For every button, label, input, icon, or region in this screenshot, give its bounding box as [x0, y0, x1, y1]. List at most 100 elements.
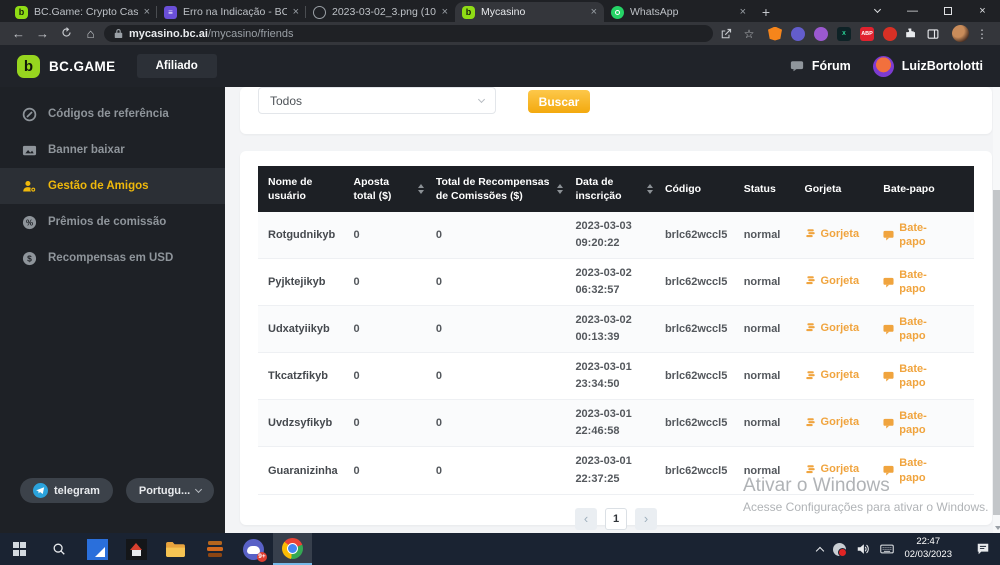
scrollbar-thumb[interactable] — [993, 190, 1000, 515]
tray-expand-chevron-icon[interactable] — [816, 546, 824, 554]
tip-link[interactable]: Gorjeta — [805, 322, 860, 334]
tray-app-icon[interactable] — [833, 543, 846, 556]
metamask-icon[interactable] — [768, 27, 782, 41]
maximize-button[interactable] — [930, 0, 965, 22]
tab-close-icon[interactable]: × — [591, 6, 597, 18]
sidebar-item-codigos-referencia[interactable]: Códigos de referência — [0, 96, 225, 132]
clock-time: 22:47 — [904, 536, 952, 549]
language-selector[interactable]: Portugu... — [126, 478, 214, 503]
back-icon[interactable]: ← — [8, 26, 29, 41]
sort-icon[interactable] — [647, 184, 653, 194]
side-panel-icon[interactable] — [923, 28, 943, 40]
close-button[interactable]: × — [965, 0, 1000, 22]
tab-close-icon[interactable]: × — [442, 6, 448, 18]
chat-link[interactable]: Bate-papo — [883, 315, 933, 344]
user-avatar[interactable] — [873, 56, 894, 77]
taskbar-chrome-active[interactable] — [273, 533, 312, 565]
volume-icon[interactable] — [856, 542, 870, 556]
extension-x-icon[interactable]: X — [837, 27, 851, 41]
reload-icon[interactable] — [56, 26, 77, 41]
chat-link[interactable]: Bate-papo — [883, 268, 933, 297]
browser-tab-whatsapp[interactable]: WhatsApp × — [604, 2, 753, 22]
sidebar-item-premios-de-comissao[interactable]: % Prêmios de comissão — [0, 204, 225, 240]
table-row: Uvdzsyfikyb002023-03-0122:46:58brlc62wcc… — [258, 400, 974, 447]
chrome-icon — [282, 538, 303, 559]
chat-link[interactable]: Bate-papo — [883, 362, 933, 391]
tab-close-icon[interactable]: × — [144, 6, 150, 18]
brand-name[interactable]: BC.GAME — [49, 59, 116, 74]
sort-icon[interactable] — [418, 184, 424, 194]
minimize-button[interactable]: — — [895, 0, 930, 22]
column-header-label: Total de Recompensas de Comissões ($) — [436, 175, 552, 203]
taskbar-app-games[interactable]: 9+ — [234, 533, 273, 565]
action-center-icon[interactable] — [976, 542, 990, 556]
browser-tab-image[interactable]: 2023-03-02_3.png (1024×76 × — [306, 2, 455, 22]
username-label[interactable]: LuizBortolotti — [902, 59, 983, 73]
start-button[interactable] — [0, 533, 39, 565]
tip-cell: Gorjeta — [799, 306, 878, 353]
new-tab-button[interactable]: + — [753, 2, 779, 22]
column-header[interactable]: Total de Recompensas de Comissões ($) — [430, 166, 570, 212]
globe-favicon — [313, 6, 326, 19]
username-cell: Uvdzsyfikyb — [258, 400, 348, 447]
windows-logo-icon — [13, 542, 27, 556]
svg-text:%: % — [26, 218, 33, 227]
page-scrollbar[interactable] — [993, 87, 1000, 533]
address-bar[interactable]: mycasino.bc.ai/mycasino/friends — [104, 25, 713, 42]
bcgame-logo[interactable]: b — [17, 55, 40, 78]
browser-menu-icon[interactable]: ⋮ — [972, 27, 992, 41]
chat-label: Bate-papo — [899, 409, 933, 438]
taskbar-app-dark[interactable] — [117, 533, 156, 565]
column-header[interactable]: Data de inscrição — [569, 166, 659, 212]
prev-page-button[interactable]: ‹ — [575, 508, 597, 530]
chat-link[interactable]: Bate-papo — [883, 221, 933, 250]
tip-link[interactable]: Gorjeta — [805, 228, 860, 240]
browser-tab-forum[interactable]: ≡ Erro na Indicação - BC.Game × — [157, 2, 306, 22]
forward-icon[interactable]: → — [32, 26, 53, 41]
next-page-button[interactable]: › — [635, 508, 657, 530]
afiliado-nav-button[interactable]: Afiliado — [137, 54, 217, 78]
chat-link[interactable]: Bate-papo — [883, 409, 933, 438]
column-header[interactable]: Aposta total ($) — [348, 166, 430, 212]
share-icon[interactable] — [716, 28, 736, 40]
watermark-subtitle: Acesse Configurações para ativar o Windo… — [743, 500, 988, 514]
extension-red-icon[interactable] — [883, 27, 897, 41]
current-page-button[interactable]: 1 — [605, 508, 627, 530]
tip-link[interactable]: Gorjeta — [805, 416, 860, 428]
layers-app-icon — [205, 539, 225, 559]
tab-close-icon[interactable]: × — [293, 6, 299, 18]
sidebar-item-gestao-de-amigos[interactable]: Gestão de Amigos — [0, 168, 225, 204]
search-button[interactable]: Buscar — [528, 90, 590, 113]
telegram-button[interactable]: telegram — [20, 478, 113, 503]
taskbar-clock[interactable]: 22:47 02/03/2023 — [904, 536, 952, 562]
extension-purple-icon[interactable] — [814, 27, 828, 41]
tip-link[interactable]: Gorjeta — [805, 369, 860, 381]
browser-tab-bcgame[interactable]: b BC.Game: Crypto Casino Gan × — [8, 2, 157, 22]
taskbar-app-blue[interactable] — [78, 533, 117, 565]
tab-search-chevron-icon[interactable] — [860, 0, 895, 22]
puzzle-extensions-icon[interactable] — [900, 27, 920, 40]
taskbar-file-explorer[interactable] — [156, 533, 195, 565]
sidebar-item-banner-baixar[interactable]: Banner baixar — [0, 132, 225, 168]
filter-select[interactable]: Todos — [258, 87, 496, 114]
adblock-icon[interactable]: ABP — [860, 27, 874, 41]
sidebar-item-recompensas-usd[interactable]: $ Recompensas em USD — [0, 240, 225, 276]
sort-icon[interactable] — [557, 184, 563, 194]
tab-close-icon[interactable]: × — [740, 6, 746, 18]
browser-tab-mycasino-active[interactable]: b Mycasino × — [455, 2, 604, 22]
scrollbar-down-arrow[interactable] — [995, 526, 1000, 530]
taskbar-search-button[interactable] — [39, 533, 78, 565]
taskbar-app-layers[interactable] — [195, 533, 234, 565]
forum-link[interactable]: Fórum — [812, 59, 851, 73]
sidebar-item-label: Prêmios de comissão — [48, 216, 166, 228]
tip-link[interactable]: Gorjeta — [805, 463, 860, 475]
tip-label: Gorjeta — [821, 416, 860, 428]
extension-blue-icon[interactable] — [791, 27, 805, 41]
bookmark-star-icon[interactable]: ☆ — [739, 27, 759, 41]
home-icon[interactable]: ⌂ — [80, 26, 101, 41]
tip-link[interactable]: Gorjeta — [805, 275, 860, 287]
chat-cell: Bate-papo — [877, 212, 974, 259]
keyboard-icon[interactable] — [880, 542, 894, 556]
browser-profile-avatar[interactable] — [952, 25, 969, 42]
username-cell: Rotgudnikyb — [258, 212, 348, 259]
